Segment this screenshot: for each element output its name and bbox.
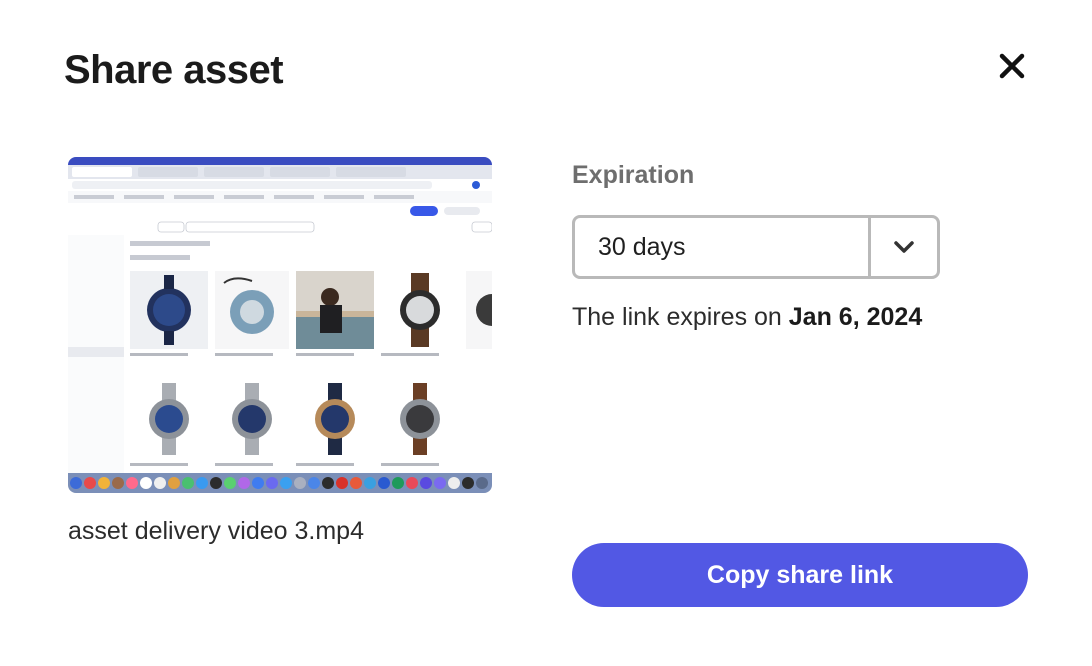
dialog-title: Share asset [64, 48, 284, 92]
close-icon [999, 53, 1025, 79]
expiration-picker[interactable]: 30 days [572, 215, 940, 279]
share-asset-dialog: Share asset asset delivery video 3.mp4 E… [0, 0, 1092, 666]
expiry-note: The link expires on Jan 6, 2024 [572, 300, 922, 334]
expiration-dropdown-button[interactable] [871, 218, 937, 276]
expiration-label: Expiration [572, 161, 695, 189]
asset-thumbnail [68, 157, 492, 493]
close-button[interactable] [992, 46, 1032, 86]
asset-filename: asset delivery video 3.mp4 [68, 517, 364, 545]
expiry-date: Jan 6, 2024 [788, 303, 923, 331]
video-thumbnail-image [68, 157, 492, 493]
chevron-down-icon [894, 241, 914, 253]
expiration-selected-value[interactable]: 30 days [575, 218, 871, 276]
expiry-note-prefix: The link expires on [572, 303, 782, 331]
copy-share-link-button[interactable]: Copy share link [572, 543, 1028, 607]
